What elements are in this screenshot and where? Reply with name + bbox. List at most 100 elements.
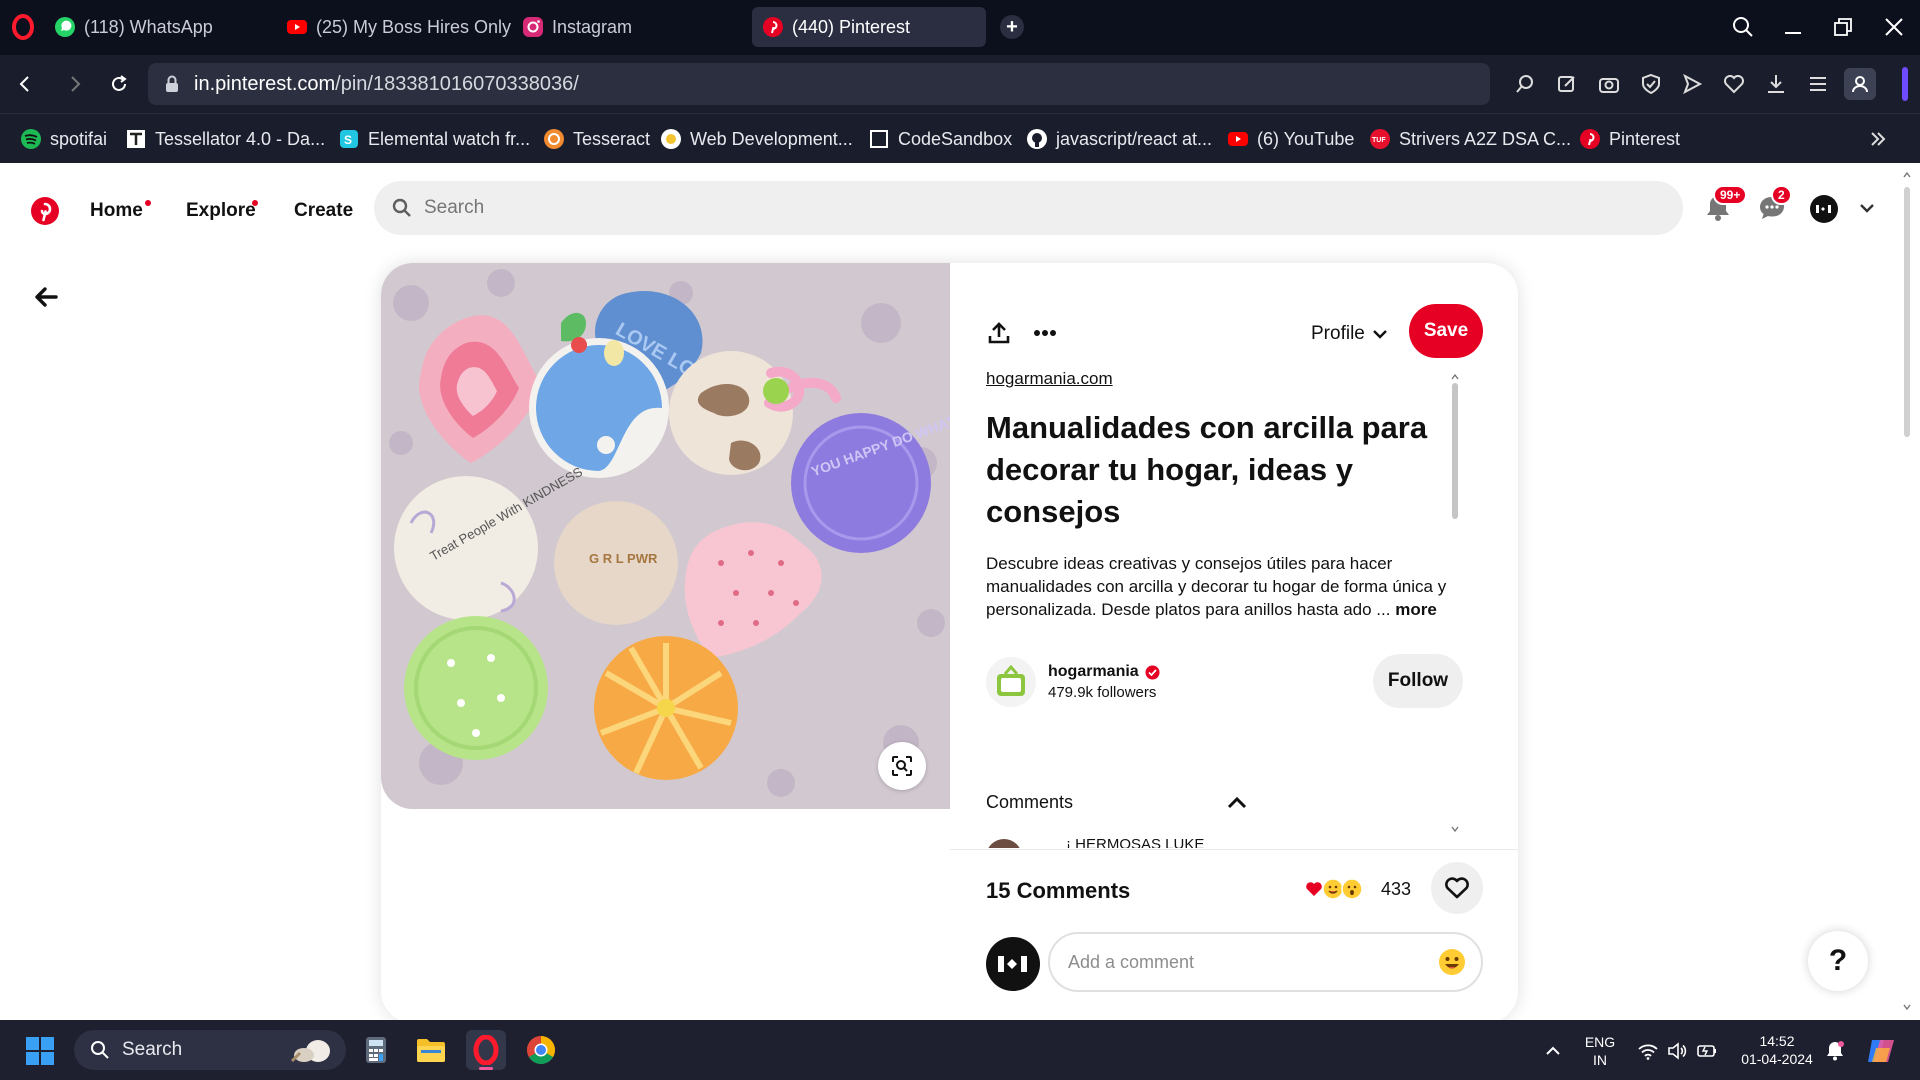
svg-text:TUF: TUF [1372, 137, 1386, 144]
wifi-icon[interactable] [1637, 1040, 1659, 1062]
nav-home[interactable]: Home [90, 200, 143, 222]
nav-explore[interactable]: Explore [186, 200, 256, 222]
windows-start-icon[interactable] [26, 1037, 54, 1065]
bookmark-tesseract[interactable]: Tesseract [543, 125, 650, 153]
react-heart-button[interactable] [1431, 862, 1483, 914]
edit-icon[interactable] [1552, 69, 1582, 99]
tray-overflow-chevron-up-icon[interactable] [1542, 1040, 1564, 1062]
browser-search-icon[interactable] [1729, 13, 1757, 41]
tab-instagram[interactable]: Instagram [512, 7, 748, 47]
forward-nav-icon[interactable] [60, 69, 90, 99]
restore-icon[interactable] [1829, 13, 1857, 41]
follow-button[interactable]: Follow [1373, 654, 1463, 708]
url-field[interactable]: in.pinterest.com/pin/183381016070338036/ [148, 63, 1490, 105]
tab-whatsapp[interactable]: (118) WhatsApp [44, 7, 274, 47]
profile-dropdown-label: Profile [1311, 323, 1365, 344]
comments-heading: Comments [986, 792, 1074, 812]
tessellator-icon [127, 130, 145, 148]
emoji-picker-icon[interactable] [1437, 947, 1467, 977]
bookmark-github[interactable]: javascript/react at... [1026, 125, 1212, 153]
explore-notification-dot [252, 200, 258, 206]
bookmark-label: Strivers A2Z DSA C... [1399, 128, 1572, 149]
bookmarks-bar: spotifai Tessellator 4.0 - Da... S Eleme… [0, 113, 1920, 163]
account-chevron-down-icon[interactable] [1850, 191, 1884, 225]
creator-name[interactable]: hogarmania [1048, 663, 1160, 681]
bookmark-label: Pinterest [1609, 128, 1681, 149]
reload-icon[interactable] [104, 69, 134, 99]
details-scroll-thumb[interactable] [1452, 383, 1458, 519]
lock-icon [166, 75, 178, 92]
opera-icon [473, 1035, 499, 1065]
clock-date: 01-04-2024 [1741, 1051, 1813, 1067]
reactions-summary[interactable] [1304, 878, 1363, 900]
shield-icon[interactable] [1636, 69, 1666, 99]
page-scroll-thumb[interactable] [1904, 187, 1910, 437]
my-avatar[interactable] [986, 937, 1040, 991]
taskbar-chrome[interactable] [521, 1030, 561, 1070]
heart-icon[interactable] [1719, 69, 1749, 99]
creator-avatar[interactable] [986, 657, 1036, 707]
commenter-avatar[interactable] [986, 839, 1022, 848]
pin-description: Descubre ideas creativas y consejos útil… [986, 552, 1466, 621]
clock-time: 14:52 [1759, 1033, 1795, 1049]
board-profile-dropdown[interactable]: Profile [1311, 323, 1387, 345]
bookmark-label: javascript/react at... [1056, 128, 1213, 149]
striver-icon: TUF [1370, 129, 1390, 149]
description-more-link[interactable]: more [1395, 600, 1437, 619]
page-search-icon[interactable] [1510, 69, 1540, 99]
instagram-icon [523, 17, 543, 37]
notification-bell-icon[interactable] [1824, 1040, 1846, 1062]
bookmark-codesandbox[interactable]: CodeSandbox [868, 125, 1012, 153]
bookmark-youtube[interactable]: (6) YouTube [1227, 125, 1354, 153]
search-input[interactable]: Search [374, 181, 1683, 235]
lens-icon [892, 756, 912, 776]
pinterest-logo-icon[interactable] [30, 196, 60, 226]
bookmark-elemental[interactable]: S Elemental watch fr... [338, 125, 530, 153]
bookmarks-overflow-icon[interactable] [1868, 125, 1888, 153]
back-nav-icon[interactable] [10, 69, 40, 99]
new-tab-button[interactable]: + [1000, 15, 1024, 39]
help-button[interactable]: ? [1808, 931, 1868, 991]
taskbar-opera[interactable] [466, 1030, 506, 1070]
minimize-icon[interactable] [1779, 13, 1807, 41]
easy-setup-icon[interactable] [1803, 69, 1833, 99]
taskbar-calculator[interactable] [356, 1030, 396, 1070]
tab-pinterest[interactable]: (440) Pinterest [752, 7, 986, 47]
bookmark-spotifai[interactable]: spotifai [20, 125, 107, 153]
bookmark-webdev[interactable]: Web Development... [660, 125, 853, 153]
opera-logo-icon[interactable] [12, 14, 34, 40]
bookmark-tessellator[interactable]: Tessellator 4.0 - Da... [125, 125, 325, 153]
save-button[interactable]: Save [1409, 304, 1483, 358]
calculator-icon [366, 1037, 386, 1063]
source-link[interactable]: hogarmania.com [986, 369, 1113, 389]
visual-search-lens-button[interactable] [878, 742, 926, 790]
send-icon[interactable] [1677, 69, 1707, 99]
whatsapp-icon [55, 17, 75, 37]
bookmark-label: Tesseract [573, 128, 651, 149]
back-arrow-icon[interactable] [30, 281, 62, 313]
nav-create[interactable]: Create [294, 200, 353, 222]
battery-icon[interactable] [1696, 1040, 1718, 1062]
copilot-icon[interactable] [1866, 1036, 1896, 1066]
chrome-icon [527, 1036, 555, 1064]
bookmark-label: Tessellator 4.0 - Da... [155, 128, 326, 149]
browser-profile-icon[interactable] [1844, 68, 1876, 100]
bookmark-strivers[interactable]: TUF Strivers A2Z DSA C... [1369, 125, 1571, 153]
share-icon[interactable] [984, 318, 1014, 348]
taskbar-file-explorer[interactable] [411, 1030, 451, 1070]
close-icon[interactable] [1880, 13, 1908, 41]
volume-icon[interactable] [1666, 1040, 1688, 1062]
taskbar-search[interactable]: Search [74, 1030, 346, 1070]
comments-collapse-chevron-up-icon[interactable] [1224, 790, 1250, 816]
download-icon[interactable] [1761, 69, 1791, 99]
more-options-icon[interactable] [1030, 318, 1060, 348]
sidebar-accent [1902, 67, 1908, 101]
camera-icon[interactable] [1594, 69, 1624, 99]
input-language[interactable]: ENG IN [1582, 1033, 1618, 1069]
bookmark-pinterest[interactable]: Pinterest [1579, 125, 1680, 153]
pin-image[interactable]: LOVE LOVE LOVE YOU HAPPY DO WHAT MAKES T… [381, 263, 950, 809]
user-avatar[interactable] [1810, 195, 1838, 223]
clock[interactable]: 14:52 01-04-2024 [1732, 1032, 1822, 1068]
tab-youtube[interactable]: (25) My Boss Hires Only [276, 7, 512, 47]
add-comment-input[interactable]: Add a comment [1048, 932, 1483, 992]
